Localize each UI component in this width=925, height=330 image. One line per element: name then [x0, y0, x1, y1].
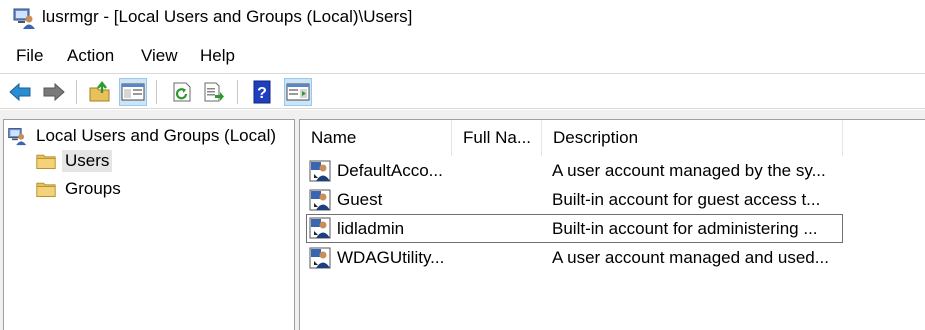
cell-name: Guest — [337, 190, 383, 209]
up-one-level-button[interactable] — [86, 78, 114, 106]
back-button[interactable] — [6, 78, 34, 106]
menu-action[interactable]: Action — [67, 46, 114, 66]
table-row[interactable]: Guest Built-in account for guest access … — [306, 186, 843, 215]
cell-description: A user account managed by the sy... — [552, 161, 826, 180]
export-list-button[interactable] — [200, 78, 228, 106]
column-header-full-name[interactable]: Full Na... — [452, 120, 542, 156]
show-hide-console-tree-button[interactable] — [119, 78, 147, 106]
content-area: Local Users and Groups (Local) Users Gro… — [0, 110, 925, 330]
cell-full-name — [461, 244, 541, 271]
folder-up-icon — [89, 81, 110, 102]
cell-name: lidladmin — [337, 219, 405, 238]
computer-users-icon — [8, 128, 27, 146]
window-title: lusrmgr - [Local Users and Groups (Local… — [42, 7, 413, 26]
cell-full-name — [461, 215, 541, 242]
tree-node-label: Groups — [65, 179, 121, 198]
menu-file[interactable]: File — [16, 46, 43, 66]
export-list-icon — [204, 82, 224, 102]
refresh-icon — [173, 82, 191, 102]
folder-icon — [36, 182, 56, 197]
menu-bar: File Action View Help — [0, 42, 925, 72]
toolbar-separator — [156, 80, 157, 104]
forward-button[interactable] — [40, 78, 68, 106]
user-list: Name Full Na... Description DefaultAcco.… — [299, 119, 925, 330]
arrow-left-icon — [9, 82, 31, 102]
arrow-right-icon — [43, 82, 65, 102]
menu-view[interactable]: View — [141, 46, 178, 66]
cell-name: WDAGUtility... — [337, 248, 445, 267]
table-row[interactable]: DefaultAcco... A user account managed by… — [306, 157, 843, 186]
cell-description: Built-in account for guest access t... — [552, 190, 821, 209]
computer-users-icon — [13, 8, 35, 29]
title-bar: lusrmgr - [Local Users and Groups (Local… — [0, 0, 925, 36]
cell-full-name — [461, 186, 541, 213]
table-row[interactable]: lidladmin Built-in account for administe… — [306, 214, 843, 243]
toolbar-separator — [76, 80, 77, 104]
cell-name: DefaultAcco... — [337, 161, 443, 180]
action-pane-icon — [286, 83, 310, 101]
cell-description: Built-in account for administering ... — [552, 219, 818, 238]
help-button[interactable]: ? — [248, 78, 276, 106]
tree-root-label: Local Users and Groups (Local) — [36, 126, 277, 145]
column-header-description[interactable]: Description — [542, 120, 843, 156]
menu-help[interactable]: Help — [200, 46, 235, 66]
tree-node-label: Users — [62, 150, 113, 172]
refresh-button[interactable] — [168, 78, 196, 106]
cell-full-name — [461, 157, 541, 184]
toolbar: ? — [0, 73, 925, 109]
tree-root-node[interactable]: Local Users and Groups (Local) — [7, 123, 279, 149]
folder-icon — [36, 154, 56, 169]
column-header-name[interactable]: Name — [300, 120, 452, 156]
toolbar-separator — [237, 80, 238, 104]
user-icon — [309, 160, 331, 182]
help-icon: ? — [253, 80, 271, 104]
console-tree: Local Users and Groups (Local) Users Gro… — [3, 119, 295, 330]
tree-node-users[interactable]: Users — [36, 148, 113, 174]
show-hide-action-pane-button[interactable] — [284, 78, 312, 106]
user-icon — [309, 247, 331, 269]
cell-description: A user account managed and used... — [552, 248, 829, 267]
table-row[interactable]: WDAGUtility... A user account managed an… — [306, 244, 843, 273]
console-tree-icon — [121, 83, 145, 101]
tree-node-groups[interactable]: Groups — [36, 176, 124, 202]
svg-text:?: ? — [257, 85, 267, 102]
user-icon — [309, 189, 331, 211]
user-icon — [309, 217, 331, 239]
